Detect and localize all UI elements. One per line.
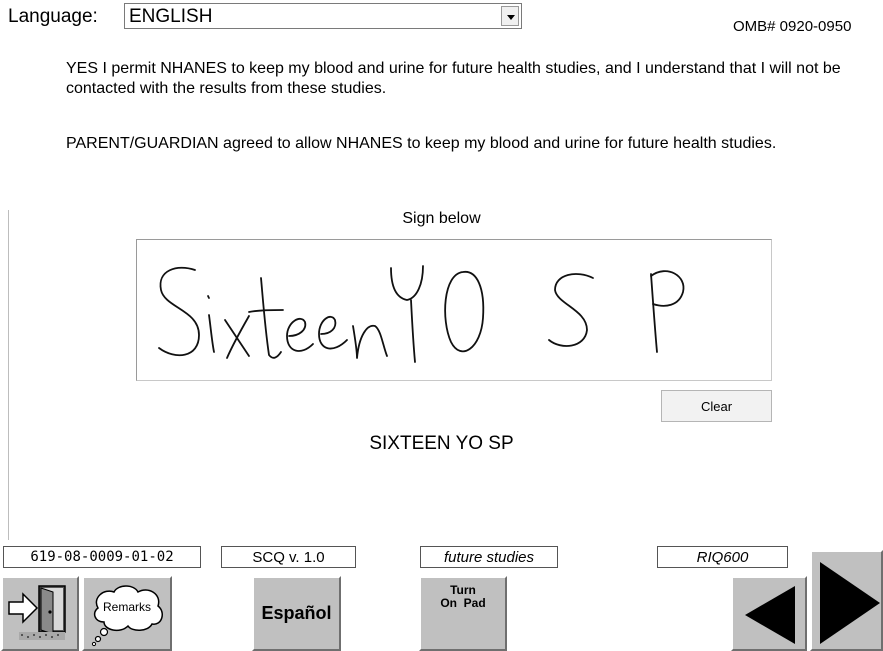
status-item-code: RIQ600 — [657, 546, 788, 568]
language-select[interactable]: ENGLISH — [124, 3, 522, 29]
arrow-right-icon — [820, 562, 880, 644]
espanol-button[interactable]: Español — [252, 576, 341, 651]
status-section: future studies — [420, 546, 558, 568]
language-select-value: ENGLISH — [129, 6, 213, 27]
turn-on-pad-button[interactable]: Turn On Pad — [419, 576, 507, 651]
status-sp-id: 619-08-0009-01-02 — [3, 546, 201, 568]
consent-yes-text: YES I permit NHANES to keep my blood and… — [66, 60, 841, 97]
language-label: Language: — [8, 6, 98, 27]
signature-pad[interactable] — [136, 239, 772, 381]
pad-label-line2: On Pad — [440, 596, 486, 610]
arrow-left-icon — [745, 586, 795, 644]
handwritten-signature — [158, 265, 685, 363]
sign-below-prompt: Sign below — [402, 210, 481, 227]
clear-button[interactable]: Clear — [661, 390, 772, 422]
status-version: SCQ v. 1.0 — [221, 546, 356, 568]
next-button[interactable] — [810, 550, 883, 651]
left-divider — [8, 210, 9, 540]
remarks-button[interactable]: Remarks — [82, 576, 172, 651]
pad-label-line1: Turn — [450, 583, 476, 597]
chevron-down-icon[interactable] — [501, 6, 519, 26]
remarks-label: Remarks — [102, 600, 151, 614]
exit-button[interactable] — [1, 576, 79, 651]
consent-parent-text: PARENT/GUARDIAN agreed to allow NHANES t… — [66, 135, 777, 152]
signer-name: SIXTEEN YO SP — [369, 433, 514, 454]
espanol-label: Español — [261, 603, 332, 623]
omb-number: OMB# 0920-0950 — [733, 18, 852, 35]
previous-button[interactable] — [731, 576, 807, 651]
door-exit-icon — [8, 585, 66, 640]
